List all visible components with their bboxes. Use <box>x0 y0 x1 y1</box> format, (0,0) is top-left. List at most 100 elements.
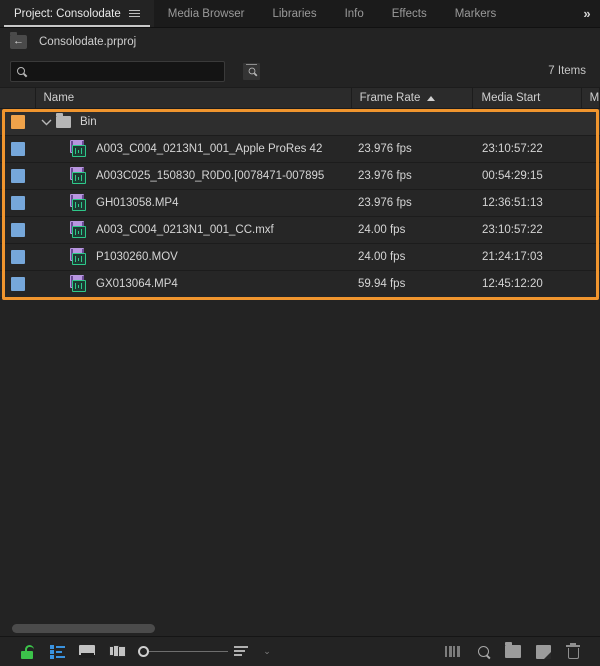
table-row[interactable]: A003_C004_0213N1_001_Apple ProRes 42 23.… <box>0 136 600 163</box>
swatch-cell[interactable] <box>0 142 36 156</box>
freeform-view-button[interactable] <box>102 640 132 664</box>
tab-label: Markers <box>454 7 497 20</box>
column-header-media-start[interactable]: Media Start <box>473 88 582 108</box>
column-header-name[interactable]: Name <box>36 88 352 108</box>
column-header-label: M <box>589 92 600 104</box>
tab-libraries[interactable]: Libraries <box>258 0 330 27</box>
swatch-cell[interactable] <box>0 223 36 237</box>
column-header-media-end[interactable]: M <box>582 88 600 108</box>
video-clip-icon <box>68 248 88 266</box>
row-media-start: 12:36:51:13 <box>482 197 543 209</box>
swatch-cell[interactable] <box>0 250 36 264</box>
column-header-frame-rate[interactable]: Frame Rate <box>352 88 474 108</box>
new-bin-button[interactable] <box>498 640 528 664</box>
table-row[interactable]: GX013064.MP4 59.94 fps 12:45:12:20 <box>0 271 600 298</box>
video-clip-icon <box>68 194 88 212</box>
scrollbar-thumb[interactable] <box>12 623 155 633</box>
find-button[interactable] <box>243 62 260 80</box>
row-name: A003_C004_0213N1_001_Apple ProRes 42 <box>96 143 323 155</box>
row-media-start: 21:24:17:03 <box>482 251 543 263</box>
label-color-swatch[interactable] <box>11 142 25 156</box>
row-media-start: 23:10:57:22 <box>482 224 543 236</box>
new-item-icon <box>535 644 551 659</box>
list-view-icon <box>49 645 65 659</box>
zoom-slider[interactable] <box>138 646 228 657</box>
row-name: A003C025_150830_R0D0.[0078471-007895 <box>96 170 325 182</box>
row-name: GX013064.MP4 <box>96 278 178 290</box>
panel-menu-icon[interactable] <box>128 8 140 19</box>
sort-ascending-icon <box>427 95 436 101</box>
column-header-label: Media Start <box>481 92 541 104</box>
table-row[interactable]: GH013058.MP4 23.976 fps 12:36:51:13 <box>0 190 600 217</box>
zoom-slider-track[interactable] <box>149 650 228 653</box>
tab-effects[interactable]: Effects <box>378 0 441 27</box>
lock-button[interactable] <box>12 640 42 664</box>
search-icon <box>15 65 27 77</box>
new-item-button[interactable] <box>528 640 558 664</box>
folder-icon <box>56 113 71 128</box>
row-media-start: 00:54:29:15 <box>482 170 543 182</box>
table-row[interactable]: P1030260.MOV 24.00 fps 21:24:17:03 <box>0 244 600 271</box>
label-color-swatch[interactable] <box>11 277 25 291</box>
row-name: A003_C004_0213N1_001_CC.mxf <box>96 224 274 236</box>
tab-project-consolodate[interactable]: Project: Consolodate <box>0 0 154 27</box>
icon-view-icon <box>79 645 95 658</box>
label-color-swatch[interactable] <box>11 196 25 210</box>
automate-to-sequence-button[interactable] <box>438 640 468 664</box>
search-box[interactable] <box>10 60 225 82</box>
row-name: Bin <box>80 116 97 128</box>
column-header-swatch[interactable] <box>0 88 36 108</box>
label-color-swatch[interactable] <box>11 115 25 129</box>
swatch-cell[interactable] <box>0 196 36 210</box>
table-row[interactable]: A003_C004_0213N1_001_CC.mxf 24.00 fps 23… <box>0 217 600 244</box>
zoom-slider-knob[interactable] <box>138 646 149 657</box>
swatch-cell[interactable] <box>0 115 36 129</box>
tab-info[interactable]: Info <box>331 0 378 27</box>
project-item-list[interactable]: Bin A003_C004_0213N1_001_Apple ProRes 42… <box>0 109 600 620</box>
find-button-bottom[interactable] <box>468 640 498 664</box>
video-clip-icon <box>68 167 88 185</box>
tab-overflow-chevron-icon[interactable]: » <box>574 0 600 27</box>
project-file-name: Consolodate.prproj <box>39 35 137 48</box>
column-header-label: Frame Rate <box>359 92 421 104</box>
table-row[interactable]: A003C025_150830_R0D0.[0078471-007895 23.… <box>0 163 600 190</box>
list-view-button[interactable] <box>42 640 72 664</box>
sort-button[interactable] <box>228 640 254 664</box>
search-row: 7 Items <box>0 55 600 87</box>
tab-label: Media Browser <box>167 7 245 20</box>
label-color-swatch[interactable] <box>11 169 25 183</box>
tab-label: Project: Consolodate <box>14 7 121 20</box>
swatch-cell[interactable] <box>0 277 36 291</box>
delete-icon <box>566 642 580 659</box>
label-color-swatch[interactable] <box>11 223 25 237</box>
video-clip-icon <box>68 275 88 293</box>
row-container: Bin A003_C004_0213N1_001_Apple ProRes 42… <box>0 109 600 298</box>
swatch-cell[interactable] <box>0 169 36 183</box>
table-row-bin[interactable]: Bin <box>0 109 600 136</box>
freeform-view-icon <box>108 645 126 658</box>
row-frame-rate: 24.00 fps <box>358 224 406 236</box>
delete-button[interactable] <box>558 640 588 664</box>
video-clip-icon <box>68 140 88 158</box>
tab-media-browser[interactable]: Media Browser <box>154 0 259 27</box>
tab-markers[interactable]: Markers <box>441 0 499 27</box>
sort-dropdown-button[interactable]: ⌄ <box>254 640 280 664</box>
chevron-down-icon: ⌄ <box>263 646 271 656</box>
row-frame-rate: 23.976 fps <box>358 197 412 209</box>
label-color-swatch[interactable] <box>11 250 25 264</box>
horizontal-scrollbar[interactable] <box>0 620 600 636</box>
find-icon <box>475 643 491 660</box>
icon-view-button[interactable] <box>72 640 102 664</box>
disclosure-chevron-down-icon[interactable] <box>36 119 56 126</box>
folder-up-icon[interactable] <box>10 31 27 49</box>
panel-tab-bar: Project: Consolodate Media Browser Libra… <box>0 0 600 28</box>
tab-label: Effects <box>391 7 427 20</box>
find-icon <box>246 66 257 76</box>
row-frame-rate: 24.00 fps <box>358 251 406 263</box>
row-name: P1030260.MOV <box>96 251 178 263</box>
project-panel: Project: Consolodate Media Browser Libra… <box>0 0 600 666</box>
row-media-start: 12:45:12:20 <box>482 278 543 290</box>
video-clip-icon <box>68 221 88 239</box>
search-input[interactable] <box>31 62 211 80</box>
column-header-row: Name Frame Rate Media Start M <box>0 87 600 109</box>
